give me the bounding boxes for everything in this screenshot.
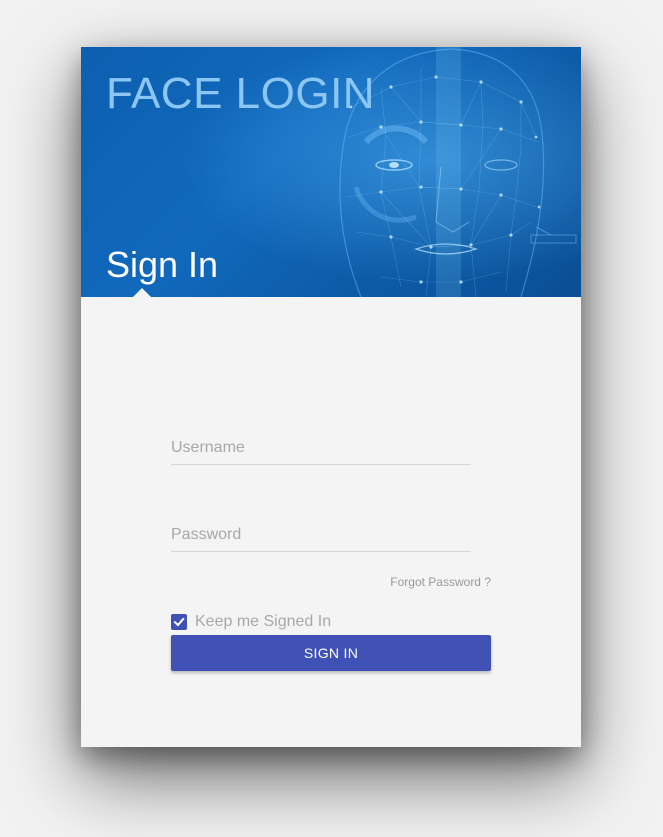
password-input[interactable] (171, 521, 471, 549)
forgot-password-link[interactable]: Forgot Password ? (390, 575, 491, 589)
password-field (171, 521, 471, 552)
remember-me-label[interactable]: Keep me Signed In (195, 613, 331, 631)
check-icon (173, 617, 185, 627)
username-input[interactable] (171, 434, 471, 462)
tab-indicator (133, 288, 151, 297)
remember-me-checkbox[interactable] (171, 614, 187, 630)
remember-me: Keep me Signed In (171, 611, 331, 633)
login-header: FACE LOGIN Sign In (81, 47, 581, 297)
brand-title: FACE LOGIN (106, 69, 376, 118)
page-title: Sign In (106, 244, 219, 285)
sign-in-button[interactable]: SIGN IN (171, 635, 491, 671)
login-card: FACE LOGIN Sign In Forgot Password ? Kee… (81, 47, 581, 747)
username-field (171, 434, 471, 465)
